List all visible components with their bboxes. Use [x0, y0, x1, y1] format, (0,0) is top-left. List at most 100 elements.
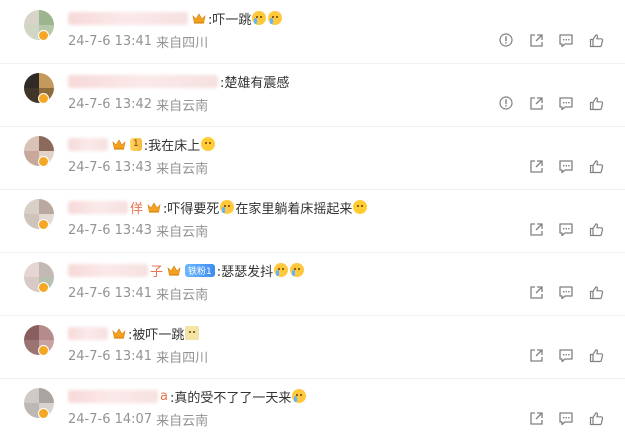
comment-meta: 24-7-6 13:41 来自四川	[68, 347, 209, 366]
reply-icon[interactable]	[551, 283, 581, 301]
comment-item: :被吓一跳 24-7-6 13:41 来自四川	[0, 315, 625, 379]
comment-location: 来自四川	[156, 350, 209, 366]
vip-crown-icon	[112, 327, 126, 339]
comment-actions	[491, 31, 611, 49]
fan-level-badge: 铁粉1	[185, 263, 215, 277]
reply-icon[interactable]	[551, 157, 581, 175]
username-redacted[interactable]	[68, 200, 128, 214]
comment-meta: 24-7-6 13:41 来自四川	[68, 32, 209, 51]
share-icon[interactable]	[521, 409, 551, 427]
comment-actions	[521, 157, 611, 175]
comment-actions	[521, 346, 611, 364]
vip-crown-icon	[112, 138, 126, 150]
username-redacted[interactable]	[68, 137, 108, 151]
comment-location: 来自四川	[156, 35, 209, 51]
comment-date: 24-7-6 13:43	[68, 222, 153, 238]
laugh-emoji	[353, 200, 368, 214]
comment-location: 来自云南	[156, 413, 209, 429]
comment-date: 24-7-6 14:07	[68, 411, 153, 427]
comment-item: a:真的受不了了一天来 24-7-6 14:07 来自云南	[0, 378, 625, 441]
comment-text: :吓得要死	[163, 201, 220, 217]
like-icon[interactable]	[581, 283, 611, 301]
comment-location: 来自云南	[156, 161, 209, 177]
like-icon[interactable]	[581, 346, 611, 364]
share-icon[interactable]	[521, 157, 551, 175]
comment-meta: 24-7-6 13:41 来自云南	[68, 284, 209, 303]
comment-location: 来自云南	[156, 224, 209, 240]
reply-icon[interactable]	[551, 31, 581, 49]
verified-badge-icon	[38, 408, 49, 419]
comment-meta: 24-7-6 13:43 来自云南	[68, 158, 209, 177]
username-tail[interactable]: 子	[150, 261, 163, 280]
comment-actions	[491, 94, 611, 112]
comment-text: :真的受不了了一天来	[169, 390, 292, 406]
verified-badge-icon	[38, 219, 49, 230]
comment-text: :楚雄有震感	[220, 75, 290, 91]
vip-crown-icon	[147, 201, 161, 213]
comment-text: :瑟瑟发抖	[216, 264, 274, 280]
verified-badge-icon	[38, 345, 49, 356]
reply-icon[interactable]	[551, 409, 581, 427]
comment-date: 24-7-6 13:41	[68, 348, 153, 364]
username-redacted[interactable]	[68, 389, 158, 403]
comment-date: 24-7-6 13:41	[68, 285, 153, 301]
report-icon[interactable]	[491, 94, 521, 112]
username-redacted[interactable]	[68, 74, 218, 88]
comment-item: 佯 :吓得要死 在家里躺着床摇起来 24-7-6 13:43 来自云南	[0, 189, 625, 253]
comment-content: :吓一跳	[68, 8, 283, 28]
username-redacted[interactable]	[68, 11, 188, 25]
comment-text: :我在床上	[143, 138, 201, 154]
cry-emoji	[252, 11, 267, 25]
reply-icon[interactable]	[551, 220, 581, 238]
comment-item: 1:我在床上 24-7-6 13:43 来自云南	[0, 126, 625, 190]
comment-text: :被吓一跳	[128, 327, 185, 343]
comment-meta: 24-7-6 13:42 来自云南	[68, 95, 209, 114]
comment-text-continued: 在家里躺着床摇起来	[235, 201, 353, 217]
comment-meta: 24-7-6 14:07 来自云南	[68, 410, 209, 429]
verified-badge-icon	[38, 282, 49, 293]
comment-text: :吓一跳	[208, 12, 252, 28]
comment-content: :被吓一跳	[68, 323, 200, 343]
vip-crown-icon	[192, 12, 206, 24]
comment-actions	[521, 283, 611, 301]
like-icon[interactable]	[581, 157, 611, 175]
comment-content: a:真的受不了了一天来	[68, 386, 307, 406]
like-icon[interactable]	[581, 31, 611, 49]
like-icon[interactable]	[581, 94, 611, 112]
share-icon[interactable]	[521, 283, 551, 301]
comment-item: :楚雄有震感 24-7-6 13:42 来自云南	[0, 63, 625, 127]
like-icon[interactable]	[581, 409, 611, 427]
smile-emoji	[201, 137, 216, 151]
cry-emoji	[220, 200, 235, 214]
report-icon[interactable]	[491, 31, 521, 49]
comment-item: 子 铁粉1:瑟瑟发抖 24-7-6 13:41 来自云南	[0, 252, 625, 316]
comment-location: 来自云南	[156, 98, 209, 114]
comment-date: 24-7-6 13:42	[68, 96, 153, 112]
comment-location: 来自云南	[156, 287, 209, 303]
cry-emoji	[292, 389, 307, 403]
comment-actions	[521, 409, 611, 427]
comment-content: 佯 :吓得要死 在家里躺着床摇起来	[68, 197, 368, 217]
username-tail[interactable]: a	[160, 389, 168, 404]
comment-list: :吓一跳 24-7-6 13:41 来自四川:楚雄有震感 24-7-6 13:42 来自…	[0, 0, 625, 447]
share-icon[interactable]	[521, 220, 551, 238]
comment-date: 24-7-6 13:43	[68, 159, 153, 175]
share-icon[interactable]	[521, 31, 551, 49]
reply-icon[interactable]	[551, 346, 581, 364]
share-icon[interactable]	[521, 94, 551, 112]
cry-emoji	[290, 263, 305, 277]
comment-actions	[521, 220, 611, 238]
comment-item: :吓一跳 24-7-6 13:41 来自四川	[0, 0, 625, 64]
reply-icon[interactable]	[551, 94, 581, 112]
vip-crown-icon	[167, 264, 181, 276]
username-tail[interactable]: 佯	[130, 198, 143, 217]
verified-badge-icon	[38, 30, 49, 41]
comment-date: 24-7-6 13:41	[68, 33, 153, 49]
card-emoji	[185, 326, 200, 340]
like-icon[interactable]	[581, 220, 611, 238]
comment-content: 子 铁粉1:瑟瑟发抖	[68, 260, 305, 280]
verified-badge-icon	[38, 156, 49, 167]
username-redacted[interactable]	[68, 326, 108, 340]
username-redacted[interactable]	[68, 263, 148, 277]
share-icon[interactable]	[521, 346, 551, 364]
